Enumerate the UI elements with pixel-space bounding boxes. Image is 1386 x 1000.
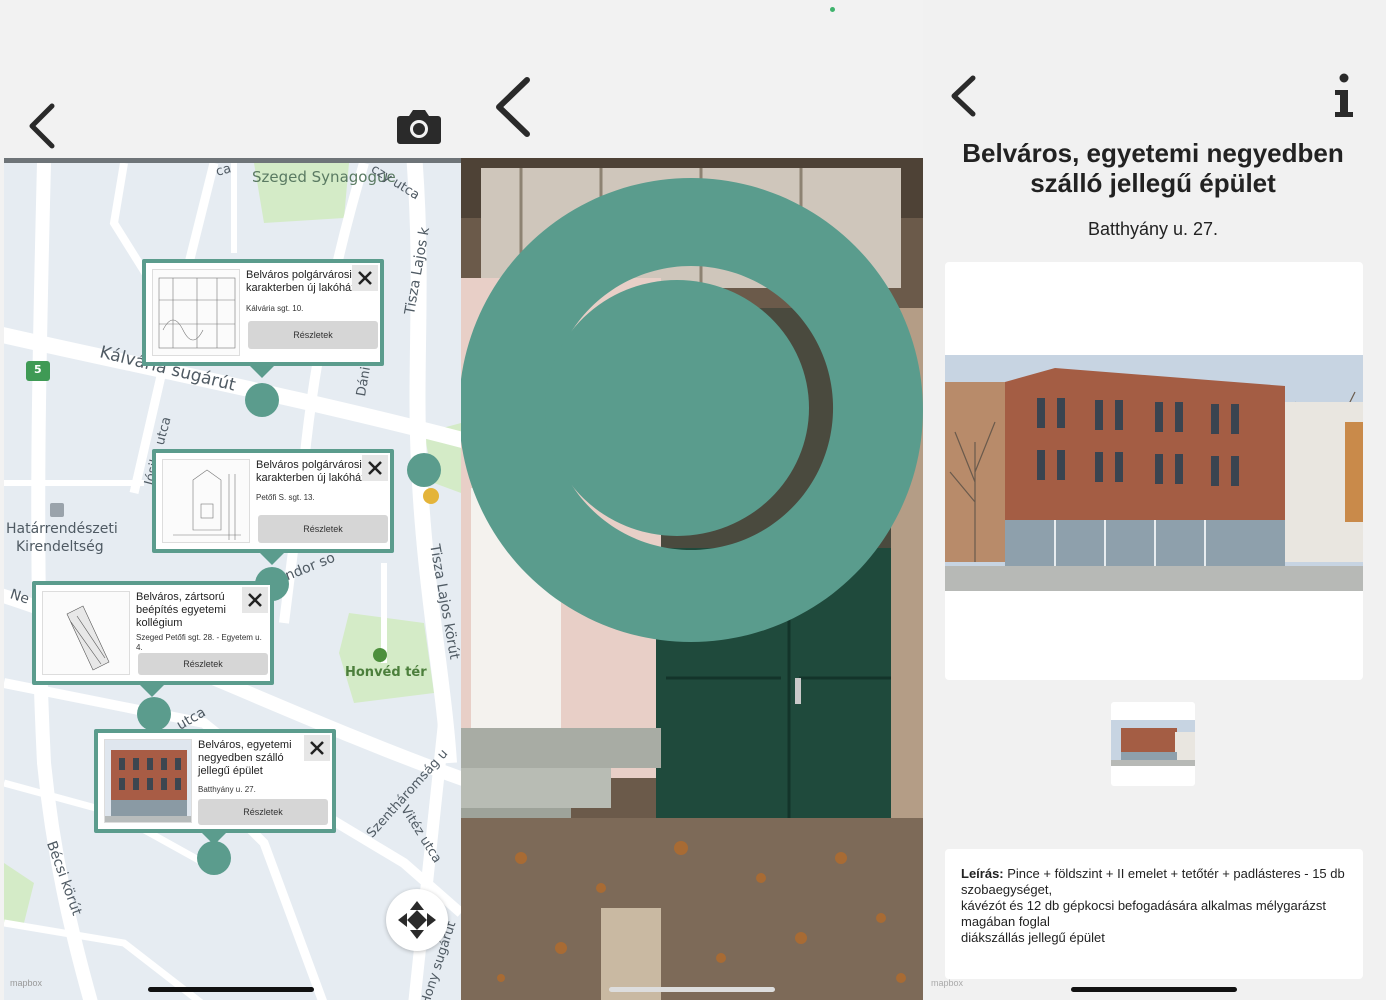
home-indicator bbox=[148, 987, 314, 992]
chevron-left-icon[interactable] bbox=[947, 72, 981, 120]
building-address: Batthyány u. 27. bbox=[1087, 219, 1219, 239]
card-thumbnail bbox=[152, 269, 240, 356]
ar-screen bbox=[461, 0, 923, 1000]
map-view[interactable]: Szeged Synagogue Kálvária sugárút Határr… bbox=[4, 158, 461, 1000]
description-line: kávézót és 12 db gépkocsi befogadására a… bbox=[961, 898, 1326, 929]
card-address: Kálvária sgt. 10. bbox=[246, 304, 304, 313]
route-badge: 5 bbox=[34, 363, 42, 376]
photo-thumbnail[interactable] bbox=[1111, 702, 1195, 786]
card-pointer bbox=[140, 685, 164, 697]
card-title: Belváros, zártsorú beépítés egyetemi kol… bbox=[136, 591, 226, 629]
description-panel: Leírás: Pince + földszint + II emelet + … bbox=[945, 849, 1363, 979]
chevron-left-icon[interactable] bbox=[26, 100, 60, 152]
detail-screen: Belváros, egyetemi negyedben szálló jell… bbox=[923, 0, 1386, 1000]
map-pin[interactable] bbox=[245, 383, 279, 417]
map-pin[interactable] bbox=[137, 697, 171, 731]
map-label-hatarrendeszeti-1: Határrendészeti bbox=[6, 521, 118, 537]
ar-target-center bbox=[545, 280, 809, 536]
photo-viewer[interactable] bbox=[945, 262, 1363, 680]
details-button[interactable]: Részletek bbox=[258, 515, 388, 543]
close-icon[interactable] bbox=[362, 455, 388, 481]
close-icon[interactable] bbox=[242, 587, 268, 613]
ar-header bbox=[461, 0, 923, 158]
mapbox-logo: mapbox bbox=[931, 978, 964, 988]
page-title: Belváros, egyetemi negyedben szálló jell… bbox=[962, 138, 1344, 198]
home-indicator bbox=[609, 987, 775, 992]
mapbox-logo: mapbox bbox=[10, 978, 43, 988]
map-popup-card[interactable]: Belváros polgárvárosi karakterben új lak… bbox=[142, 259, 384, 366]
card-address: Batthyány u. 27. bbox=[198, 785, 256, 794]
details-button[interactable]: Részletek bbox=[198, 799, 328, 825]
details-button[interactable]: Részletek bbox=[138, 653, 268, 675]
move-arrows-icon[interactable] bbox=[386, 889, 448, 951]
map-label-hatarrendeszeti-2: Kirendeltség bbox=[16, 539, 104, 555]
details-button[interactable]: Részletek bbox=[248, 321, 378, 349]
card-thumbnail bbox=[42, 591, 130, 675]
description-line: diákszállás jellegű épület bbox=[961, 930, 1105, 945]
card-thumbnail bbox=[162, 459, 250, 543]
close-icon[interactable] bbox=[304, 735, 330, 761]
map-label-honved: Honvéd tér bbox=[345, 665, 427, 680]
home-indicator bbox=[1071, 987, 1237, 992]
map-popup-card[interactable]: Belváros polgárvárosi karakterben új lak… bbox=[152, 449, 394, 553]
info-icon[interactable] bbox=[1327, 72, 1357, 120]
card-address: Szeged Petőfi sgt. 28. - Egyetem u. 4. bbox=[136, 633, 262, 652]
close-icon[interactable] bbox=[352, 265, 378, 291]
card-thumbnail bbox=[104, 739, 192, 823]
map-pin[interactable] bbox=[197, 841, 231, 875]
map-pin[interactable] bbox=[407, 453, 441, 487]
map-popup-card[interactable]: Belváros, zártsorú beépítés egyetemi kol… bbox=[32, 581, 274, 685]
description-line: Pince + földszint + II emelet + tetőtér … bbox=[961, 866, 1345, 897]
map-header bbox=[0, 0, 461, 158]
map-popup-card[interactable]: Belváros, egyetemi negyedben szálló jell… bbox=[94, 729, 336, 833]
card-address: Petőfi S. sgt. 13. bbox=[256, 493, 315, 502]
description-label: Leírás: bbox=[961, 866, 1004, 881]
camera-icon[interactable] bbox=[396, 104, 442, 146]
chevron-left-icon[interactable] bbox=[491, 72, 537, 142]
card-pointer bbox=[260, 553, 284, 565]
card-title: Belváros polgárvárosi karakterben új lak… bbox=[246, 269, 357, 294]
status-dot bbox=[830, 7, 835, 12]
card-title: Belváros, egyetemi negyedben szálló jell… bbox=[198, 739, 292, 777]
card-pointer bbox=[250, 366, 274, 378]
card-title: Belváros polgárvárosi karakterben új lak… bbox=[256, 459, 367, 484]
map-screen: Szeged Synagogue Kálvária sugárút Határr… bbox=[0, 0, 461, 1000]
camera-feed[interactable] bbox=[461, 158, 923, 1000]
